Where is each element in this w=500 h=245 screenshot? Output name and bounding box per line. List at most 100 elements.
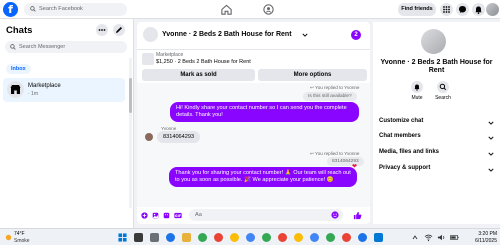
chat-panel: Yvonne · 2 Beds 2 Bath House for Rent 2 … [137, 22, 370, 224]
media-files-section[interactable]: Media, files and links [379, 149, 494, 161]
chrome-profile-icon[interactable] [310, 233, 319, 242]
chrome-profile-icon[interactable] [358, 233, 367, 242]
incoming-message[interactable]: 8314064293 [157, 131, 201, 143]
gif-icon[interactable]: GIF [174, 212, 182, 219]
bell-icon [475, 6, 482, 14]
chrome-profile-icon[interactable] [246, 233, 255, 242]
chrome-profile-icon[interactable] [262, 233, 271, 242]
chrome-profile-icon[interactable] [214, 233, 223, 242]
outgoing-message[interactable]: Thank you for sharing your contact numbe… [169, 167, 357, 187]
tray-chevron-icon[interactable] [412, 233, 418, 242]
search-placeholder: Search Facebook [39, 6, 83, 12]
mark-as-sold-button[interactable]: Mark as sold [142, 69, 255, 81]
chevron-down-icon [488, 121, 494, 125]
file-explorer-icon[interactable] [182, 233, 191, 242]
profile-avatar[interactable] [486, 3, 499, 16]
facebook-logo[interactable]: f [3, 2, 18, 17]
image-icon[interactable] [152, 212, 159, 219]
chevron-down-icon [488, 136, 494, 140]
chat-header: Yvonne · 2 Beds 2 Bath House for Rent 2 [137, 22, 370, 50]
chrome-icon[interactable] [166, 233, 175, 242]
weather-condition[interactable]: Smoke [14, 238, 30, 244]
customize-chat-section[interactable]: Customize chat [379, 118, 494, 130]
sticker-icon[interactable] [163, 212, 170, 219]
chrome-profile-icon[interactable] [198, 233, 207, 242]
groups-icon[interactable] [262, 3, 275, 16]
more-options-button[interactable]: More options [258, 69, 367, 81]
messenger-search-placeholder: Search Messenger [19, 44, 66, 50]
info-badge[interactable]: 2 [351, 30, 361, 40]
weather-temp[interactable]: 74°F [14, 231, 25, 237]
clock-time[interactable]: 3:20 PM [469, 231, 497, 237]
menu-button[interactable] [440, 3, 453, 16]
message-input-placeholder: Aa [195, 212, 202, 218]
search-label: Search [435, 95, 451, 101]
volume-icon[interactable] [437, 233, 446, 242]
search-action[interactable]: Search [428, 81, 458, 101]
chat-members-section[interactable]: Chat members [379, 133, 494, 145]
grid-menu-icon [443, 6, 450, 13]
messenger-search-input[interactable]: Search Messenger [5, 41, 127, 53]
chevron-down-icon[interactable] [302, 32, 308, 38]
search-taskbar-icon[interactable] [134, 233, 143, 242]
message-input[interactable]: Aa [189, 209, 343, 221]
marketplace-icon [10, 85, 21, 94]
svg-text:GIF: GIF [175, 214, 181, 218]
conversation-item[interactable]: Marketplace · 1m [3, 78, 125, 102]
messenger-button[interactable] [456, 3, 469, 16]
chats-sidebar: Chats Search Messenger Inbox Marketplace… [0, 19, 134, 228]
listing-thumbnail [142, 53, 154, 65]
outgoing-message[interactable]: Hi! Kindly share your contact number so … [170, 102, 359, 122]
search-icon [30, 6, 36, 12]
new-message-button[interactable] [113, 24, 125, 36]
thumbs-up-icon[interactable] [353, 211, 362, 220]
facebook-search-input[interactable]: Search Facebook [24, 3, 127, 16]
more-horizontal-icon [98, 29, 106, 31]
emoji-icon[interactable] [331, 211, 339, 219]
section-label: Chat members [379, 133, 421, 139]
conversation-avatar [7, 81, 24, 98]
sidebar-scrollbar-thumb[interactable] [129, 78, 132, 113]
chrome-profile-icon[interactable] [230, 233, 239, 242]
search-icon [10, 44, 16, 50]
chrome-profile-icon[interactable] [294, 233, 303, 242]
top-bar: f Search Facebook Find friends [0, 0, 500, 19]
conversation-name: Marketplace [28, 83, 61, 89]
section-label: Customize chat [379, 118, 424, 124]
chrome-profile-icon[interactable] [278, 233, 287, 242]
bell-icon [414, 84, 420, 91]
details-title: Yvonne · 2 Beds 2 Bath House for Rent [380, 59, 493, 74]
search-in-chat-button[interactable] [437, 81, 449, 93]
mute-button[interactable] [411, 81, 423, 93]
weather-icon[interactable] [4, 233, 13, 242]
quoted-message: 8314064293 [327, 157, 364, 166]
wifi-icon[interactable] [424, 233, 433, 242]
conversation-time: · 1m [28, 91, 38, 97]
task-view-icon[interactable] [150, 233, 159, 242]
windows-start-icon[interactable] [118, 233, 127, 242]
message-list: ↩ You replied to Yvonne Is this still av… [137, 83, 370, 207]
battery-icon[interactable] [450, 233, 459, 242]
find-friends-button[interactable]: Find friends [398, 3, 436, 16]
clock-date[interactable]: 6/11/2025 [464, 238, 497, 244]
chats-options-button[interactable] [96, 24, 108, 36]
section-label: Privacy & support [379, 165, 431, 171]
chat-title[interactable]: Yvonne · 2 Beds 2 Bath House for Rent [162, 31, 292, 38]
chat-avatar[interactable] [143, 27, 158, 42]
compose-icon [116, 27, 122, 33]
windows-taskbar: 74°F Smoke 3:20 PM 6/11/2025 [0, 228, 500, 245]
inbox-filter-tab[interactable]: Inbox [6, 64, 31, 74]
app-icon[interactable] [374, 233, 383, 242]
privacy-support-section[interactable]: Privacy & support [379, 165, 494, 177]
conversation-details: Yvonne · 2 Beds 2 Bath House for Rent Mu… [373, 22, 500, 224]
listing-info[interactable]: Marketplace $1,250 · 2 Beds 2 Bath House… [142, 52, 366, 68]
quoted-message: Is this still available? [303, 92, 357, 101]
home-icon[interactable] [220, 3, 233, 16]
details-avatar[interactable] [421, 29, 446, 54]
chrome-profile-icon[interactable] [326, 233, 335, 242]
chrome-profile-icon[interactable] [342, 233, 351, 242]
plus-circle-icon[interactable] [141, 212, 148, 219]
notifications-button[interactable] [472, 3, 485, 16]
chats-title: Chats [6, 25, 33, 36]
section-label: Media, files and links [379, 149, 440, 155]
